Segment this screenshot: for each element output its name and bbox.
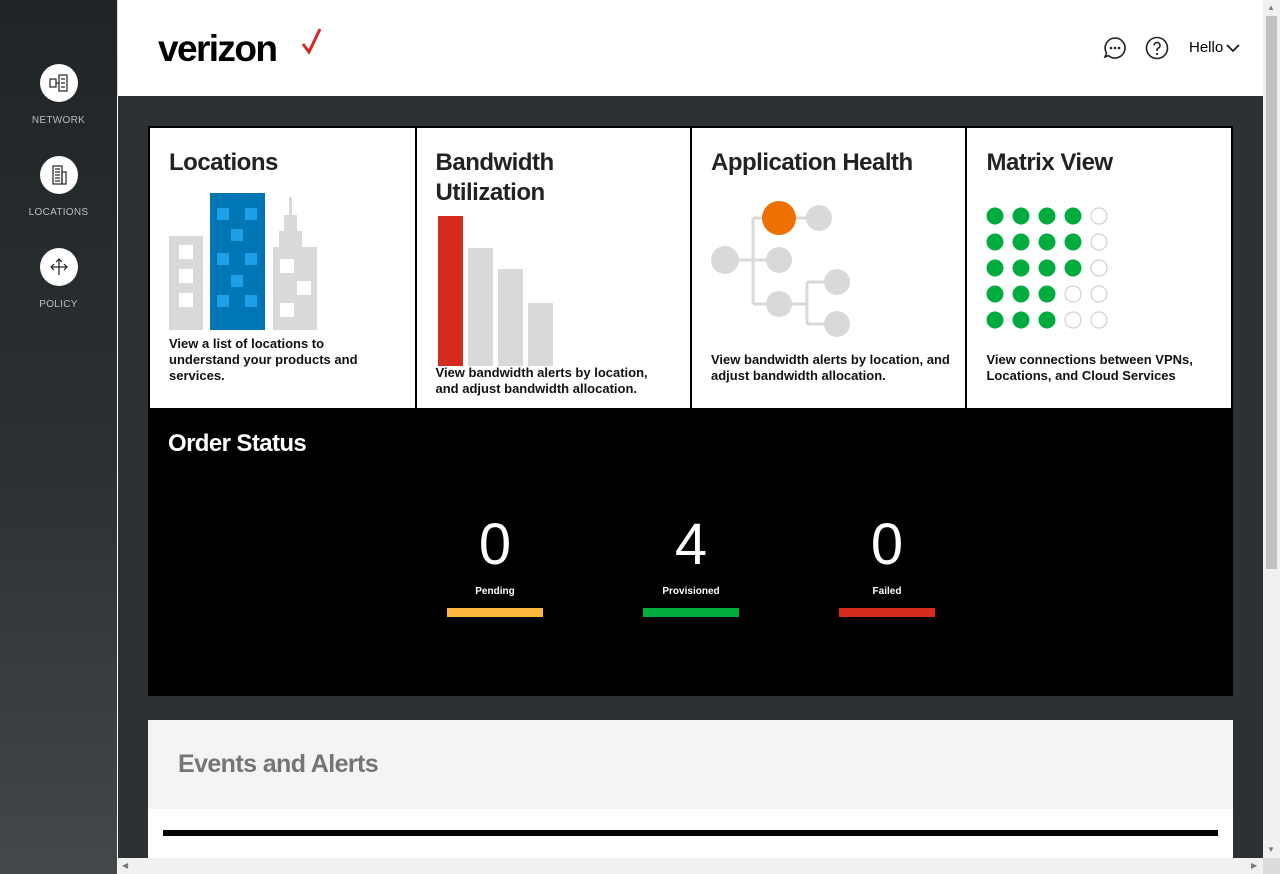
- provisioned-indicator-bar: [643, 608, 739, 617]
- chevron-down-icon: [1226, 43, 1240, 52]
- feature-cards: Locations View a list of locations to un…: [148, 126, 1233, 410]
- provisioned-stat[interactable]: 4 Provisioned: [643, 510, 739, 617]
- top-header: verizon Hello: [117, 0, 1263, 96]
- scroll-down-arrow-icon[interactable]: ▼: [1267, 845, 1275, 854]
- card-title: Application Health: [711, 149, 913, 176]
- events-table-area: [148, 809, 1233, 858]
- pending-stat[interactable]: 0 Pending: [447, 510, 543, 617]
- card-description: View bandwidth alerts by location, and a…: [435, 365, 648, 396]
- stat-label: Provisioned: [662, 586, 720, 597]
- scroll-right-arrow-icon[interactable]: ▶: [1251, 861, 1257, 870]
- stat-label: Failed: [872, 586, 902, 597]
- card-description: View connections between VPNs, Locations…: [986, 352, 1193, 383]
- failed-stat[interactable]: 0 Failed: [839, 510, 935, 617]
- pending-indicator-bar: [447, 608, 543, 617]
- matrix-view-card[interactable]: Matrix View View connections between VPN…: [967, 128, 1231, 408]
- card-description: View a list of locations to understand y…: [169, 336, 358, 383]
- application-health-card[interactable]: Application Health View bandwidth alerts…: [692, 128, 966, 408]
- stat-value: 4: [674, 512, 708, 577]
- chat-icon[interactable]: [1103, 36, 1127, 60]
- scroll-up-arrow-icon[interactable]: ▲: [1267, 3, 1275, 12]
- sidebar-item-label: POLICY: [39, 299, 78, 310]
- card-description: View bandwidth alerts by location, and a…: [711, 352, 950, 383]
- failed-indicator-bar: [839, 608, 935, 617]
- order-status-panel: Order Status 0 Pending 4 Provisioned 0 F…: [148, 410, 1233, 696]
- health-tree-illustration: [711, 201, 850, 337]
- sidebar-item-policy[interactable]: POLICY: [0, 248, 117, 310]
- bandwidth-bars-illustration: [437, 216, 553, 366]
- user-menu[interactable]: Hello: [1189, 39, 1240, 56]
- sidebar-item-locations[interactable]: LOCATIONS: [0, 156, 117, 218]
- building-icon: [39, 156, 78, 194]
- verizon-logo[interactable]: verizon: [158, 28, 278, 70]
- sidebar-item-network[interactable]: NETWORK: [0, 64, 117, 126]
- locations-card[interactable]: Locations View a list of locations to un…: [150, 128, 415, 408]
- card-title: Matrix View: [986, 149, 1113, 176]
- connection-matrix-illustration: [986, 207, 1109, 329]
- stat-value: 0: [870, 512, 904, 577]
- bandwidth-card[interactable]: Bandwidth Utilization View bandwidth ale…: [416, 128, 690, 408]
- help-icon[interactable]: [1145, 36, 1169, 60]
- scrollbar-corner: [1263, 858, 1280, 874]
- dashboard-content: Locations View a list of locations to un…: [118, 96, 1263, 858]
- scroll-left-arrow-icon[interactable]: ◀: [122, 861, 128, 870]
- stat-label: Pending: [475, 586, 515, 597]
- events-alerts-panel: Events and Alerts: [148, 720, 1233, 858]
- greeting-label: Hello: [1189, 39, 1224, 56]
- move-icon: [39, 248, 78, 286]
- horizontal-scrollbar[interactable]: ◀ ▶: [118, 858, 1263, 874]
- city-buildings-illustration: [169, 193, 317, 330]
- vertical-scrollbar[interactable]: ▲ ▼: [1263, 0, 1280, 858]
- card-title: Bandwidth Utilization: [435, 149, 555, 206]
- sidebar: NETWORK LOCATIONS POLICY: [0, 0, 117, 874]
- logo-checkmark-icon: [301, 28, 322, 55]
- network-icon: [39, 64, 78, 102]
- stat-value: 0: [478, 512, 512, 577]
- sidebar-item-label: NETWORK: [31, 115, 86, 126]
- section-title: Events and Alerts: [178, 750, 379, 778]
- card-title: Locations: [169, 149, 278, 176]
- sidebar-item-label: LOCATIONS: [28, 207, 89, 218]
- section-title: Order Status: [168, 430, 307, 457]
- table-header-rule: [163, 830, 1218, 836]
- vertical-scroll-thumb[interactable]: [1266, 16, 1277, 569]
